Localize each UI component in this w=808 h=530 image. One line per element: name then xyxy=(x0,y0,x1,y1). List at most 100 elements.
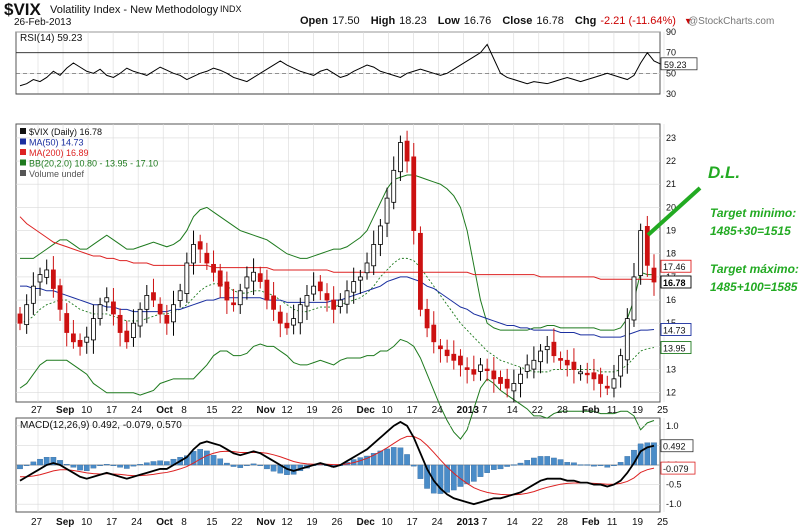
candle-down xyxy=(317,281,323,292)
macd-value-label: 0.492 xyxy=(663,442,686,452)
candle-up xyxy=(191,244,196,264)
candle-down xyxy=(504,378,510,389)
candle-up xyxy=(351,281,357,293)
candle-up xyxy=(251,271,256,282)
rsi-panel-frame xyxy=(15,31,661,95)
price-tick-label: 18 xyxy=(666,249,676,259)
candle-down xyxy=(604,385,610,389)
macd-histogram-bar xyxy=(97,464,103,466)
macd-histogram-bar xyxy=(597,464,604,466)
price-x-tick-label: Feb xyxy=(582,405,600,416)
price-x-tick-label: 27 xyxy=(31,405,43,416)
price-value-label: 13.95 xyxy=(663,344,686,354)
legend-swatch xyxy=(20,138,26,145)
macd-histogram-bar xyxy=(591,464,597,467)
macd-histogram-bar xyxy=(531,457,537,466)
candle-up xyxy=(137,308,143,327)
price-x-tick-label: 10 xyxy=(81,405,93,416)
macd-x-tick-label: 17 xyxy=(106,517,118,528)
price-value-label: 14.73 xyxy=(663,325,686,335)
candle-up xyxy=(177,290,183,301)
price-tick-label: 22 xyxy=(666,156,676,166)
macd-histogram-bar xyxy=(110,464,117,466)
candle-up xyxy=(297,304,303,324)
macd-histogram-bar xyxy=(130,464,137,467)
price-x-tick-label: 7 xyxy=(482,405,488,416)
price-x-tick-label: 8 xyxy=(181,405,187,416)
rsi-value-label: 59.23 xyxy=(664,60,687,70)
annotation-target-max-calc: 1485+100=1585 xyxy=(710,280,798,294)
price-tick-label: 19 xyxy=(666,226,676,236)
macd-x-tick-label: 7 xyxy=(482,517,488,528)
macd-histogram-bar xyxy=(70,464,77,468)
annotation-dl: D.L. xyxy=(708,163,740,182)
candle-down xyxy=(464,367,470,370)
candle-up xyxy=(344,290,350,305)
candle-up xyxy=(371,244,377,267)
macd-histogram-bar xyxy=(470,464,477,482)
macd-histogram-bar xyxy=(77,464,83,471)
macd-histogram-bar xyxy=(484,464,490,473)
legend-swatch xyxy=(20,159,26,166)
price-x-tick-label: 22 xyxy=(532,405,544,416)
macd-histogram-bar xyxy=(617,462,624,466)
chart-canvas: 30507090RSI(14) 59.2359.2312131415161718… xyxy=(15,27,799,528)
candle-down xyxy=(77,339,83,347)
macd-histogram-bar xyxy=(204,450,210,466)
macd-x-tick-label: 26 xyxy=(331,517,343,528)
legend-swatch xyxy=(20,128,26,134)
candle-down xyxy=(564,359,570,366)
macd-x-tick-label: 2013 xyxy=(457,517,480,528)
candle-up xyxy=(531,359,537,370)
macd-histogram-bar xyxy=(384,448,390,466)
macd-histogram-bar xyxy=(264,464,270,470)
legend-entry: $VIX (Daily) 16.78 xyxy=(29,127,102,137)
price-x-tick-label: 17 xyxy=(106,405,118,416)
macd-histogram-bar xyxy=(123,464,130,469)
macd-histogram-bar xyxy=(551,457,557,466)
price-x-tick-label: 26 xyxy=(331,405,343,416)
candle-down xyxy=(411,156,417,231)
candle-up xyxy=(391,169,397,203)
macd-histogram-bar xyxy=(197,449,204,466)
macd-histogram-bar xyxy=(557,459,564,466)
candle-up xyxy=(518,373,523,384)
macd-histogram-bar xyxy=(417,464,424,479)
macd-histogram-bar xyxy=(464,464,470,484)
macd-histogram-bar xyxy=(511,464,517,466)
candle-up xyxy=(511,383,517,392)
macd-tick-label: -0.5 xyxy=(666,480,682,490)
rsi-tick-label: 70 xyxy=(666,48,676,58)
candle-up xyxy=(171,304,176,323)
candle-down xyxy=(404,140,410,162)
candle-up xyxy=(397,142,403,173)
candle-down xyxy=(418,232,423,310)
macd-histogram-bar xyxy=(517,462,524,466)
legend-entry: BB(20,2.0) 10.80 - 13.95 - 17.10 xyxy=(29,159,158,169)
candle-down xyxy=(331,299,337,310)
candle-up xyxy=(524,364,530,372)
macd-histogram-bar xyxy=(624,456,631,466)
candle-up xyxy=(84,336,90,343)
macd-histogram-bar xyxy=(217,458,224,466)
legend-swatch xyxy=(20,149,26,155)
candle-down xyxy=(157,303,163,315)
candle-up xyxy=(357,276,363,281)
macd-x-tick-label: 12 xyxy=(281,517,293,528)
price-x-tick-label: 12 xyxy=(281,405,293,416)
price-x-tick-label: 22 xyxy=(231,405,243,416)
macd-histogram-bar xyxy=(404,454,410,466)
candle-down xyxy=(438,345,443,350)
candle-up xyxy=(97,304,103,320)
candle-up xyxy=(304,295,310,307)
candle-down xyxy=(217,270,223,287)
macd-histogram-bar xyxy=(257,464,264,466)
macd-histogram-bar xyxy=(237,464,244,468)
macd-x-tick-label: 11 xyxy=(607,517,618,528)
price-value-label: 17.46 xyxy=(663,262,686,272)
macd-x-tick-label: 27 xyxy=(31,517,43,528)
macd-histogram-bar xyxy=(504,464,510,467)
rsi-title: RSI(14) 59.23 xyxy=(20,33,83,44)
candle-down xyxy=(164,314,170,324)
macd-histogram-bar xyxy=(477,464,484,477)
